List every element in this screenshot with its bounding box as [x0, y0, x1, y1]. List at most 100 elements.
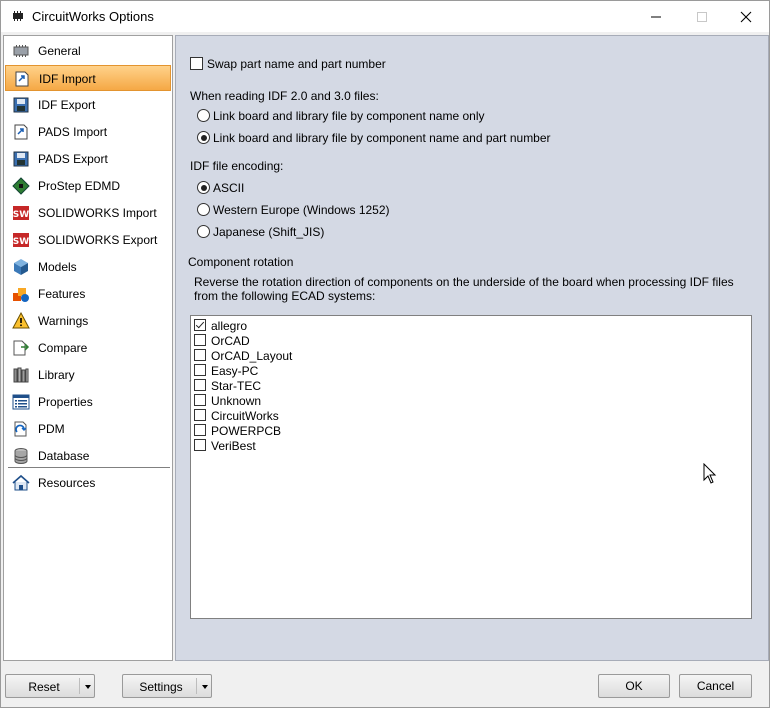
sidebar-item-label: ProStep EDMD — [38, 179, 121, 193]
list-item[interactable]: Easy-PC — [194, 363, 494, 378]
ecad-star-tec-checkbox[interactable] — [194, 379, 206, 391]
list-item[interactable]: Star-TEC — [194, 378, 494, 393]
list-item[interactable]: CircuitWorks — [194, 408, 494, 423]
idf-import-icon — [15, 71, 29, 87]
close-icon — [740, 11, 752, 22]
reset-button-label: Reset — [28, 680, 60, 694]
reading-heading: When reading IDF 2.0 and 3.0 files: — [190, 89, 379, 103]
settings-button[interactable]: Settings — [122, 674, 212, 698]
list-item[interactable]: Unknown — [194, 393, 494, 408]
ecad-unknown-checkbox[interactable] — [194, 394, 206, 406]
link-name-only-label: Link board and library file by component… — [213, 109, 485, 123]
warning-icon — [12, 312, 30, 329]
ecad-powerpcb-checkbox[interactable] — [194, 424, 206, 436]
sidebar-item-label: Library — [38, 368, 75, 382]
sidebar-item-idf-import[interactable]: IDF Import — [5, 65, 171, 91]
sidebar-item-compare[interactable]: Compare — [5, 335, 171, 361]
sidebar-item-properties[interactable]: Properties — [5, 389, 171, 415]
pads-export-icon — [13, 151, 29, 167]
sidebar-item-label: IDF Import — [39, 72, 96, 86]
ecad-item-label: Easy-PC — [211, 364, 259, 378]
maximize-button[interactable] — [679, 1, 725, 32]
svg-text:SW: SW — [13, 237, 29, 247]
encoding-western-radio[interactable] — [197, 203, 210, 216]
ecad-circuitworks-checkbox[interactable] — [194, 409, 206, 421]
rotation-heading: Component rotation — [188, 255, 294, 269]
general-chip-icon — [13, 45, 29, 57]
ecad-item-label: allegro — [211, 319, 248, 333]
list-item[interactable]: OrCAD — [194, 333, 494, 348]
mouse-cursor-icon — [703, 463, 717, 484]
ecad-item-label: POWERPCB — [211, 424, 282, 438]
ecad-easy-pc-checkbox[interactable] — [194, 364, 206, 376]
idf-export-icon — [13, 97, 29, 113]
encoding-ascii-radio[interactable] — [197, 181, 210, 194]
cancel-button[interactable]: Cancel — [679, 674, 752, 698]
sidebar-item-library[interactable]: Library — [5, 362, 171, 388]
sidebar-item-label: PADS Export — [38, 152, 108, 166]
sidebar-item-general[interactable]: General — [5, 38, 171, 64]
solidworks-export-icon: SW — [13, 233, 29, 247]
svg-text:SW: SW — [13, 210, 29, 220]
sidebar-item-label: Properties — [38, 395, 93, 409]
ecad-item-label: CircuitWorks — [211, 409, 279, 423]
encoding-western-label: Western Europe (Windows 1252) — [213, 203, 390, 217]
link-name-only-radio[interactable] — [197, 109, 210, 122]
swap-part-label: Swap part name and part number — [207, 57, 386, 71]
sidebar-item-resources[interactable]: Resources — [5, 470, 171, 496]
encoding-heading: IDF file encoding: — [190, 159, 284, 173]
encoding-ascii-label: ASCII — [213, 181, 245, 195]
sidebar-item-label: General — [38, 44, 81, 58]
settings-dropdown-arrow-icon[interactable] — [202, 685, 208, 689]
sidebar-item-models[interactable]: Models — [5, 254, 171, 280]
minimize-icon — [651, 16, 661, 17]
sidebar-item-pads-import[interactable]: PADS Import — [5, 119, 171, 145]
sidebar-item-idf-export[interactable]: IDF Export — [5, 92, 171, 118]
window-title: CircuitWorks Options — [32, 9, 154, 24]
sidebar-item-label: SOLIDWORKS Export — [38, 233, 158, 247]
sidebar-item-label: Database — [38, 449, 90, 463]
title-bar[interactable]: CircuitWorks Options — [1, 1, 769, 32]
ecad-orcad-layout-checkbox[interactable] — [194, 349, 206, 361]
ecad-item-label: VeriBest — [211, 439, 256, 453]
list-item[interactable]: allegro — [194, 318, 494, 333]
ecad-systems-list[interactable]: allegro OrCAD OrCAD_Layout Easy-PC Star-… — [190, 315, 752, 619]
maximize-icon — [697, 11, 707, 22]
reset-dropdown-arrow-icon[interactable] — [85, 685, 91, 689]
sidebar-item-pads-export[interactable]: PADS Export — [5, 146, 171, 172]
settings-button-label: Settings — [139, 680, 183, 694]
compare-icon — [13, 340, 30, 356]
sidebar-item-solidworks-import[interactable]: SW SOLIDWORKS Import — [5, 200, 171, 226]
swap-part-checkbox[interactable] — [190, 57, 203, 70]
sidebar-item-database[interactable]: Database — [5, 443, 171, 469]
pads-import-icon — [14, 124, 28, 140]
ecad-orcad-checkbox[interactable] — [194, 334, 206, 346]
list-item[interactable]: VeriBest — [194, 438, 494, 453]
circuitworks-app-icon — [13, 11, 23, 21]
ecad-item-label: OrCAD — [211, 334, 250, 348]
sidebar-item-label: Resources — [38, 476, 96, 490]
encoding-japanese-radio[interactable] — [197, 225, 210, 238]
ok-button[interactable]: OK — [598, 674, 670, 698]
sidebar-item-prostep-edmd[interactable]: ProStep EDMD — [5, 173, 171, 199]
rotation-description: Reverse the rotation direction of compon… — [194, 275, 734, 303]
sidebar-item-warnings[interactable]: Warnings — [5, 308, 171, 334]
link-name-and-number-radio[interactable] — [197, 131, 210, 144]
ecad-veribest-checkbox[interactable] — [194, 439, 206, 451]
reset-button[interactable]: Reset — [5, 674, 95, 698]
list-item[interactable]: POWERPCB — [194, 423, 494, 438]
cube-icon — [14, 259, 28, 275]
list-item[interactable]: OrCAD_Layout — [194, 348, 494, 363]
options-window: CircuitWorks Options General IDF Import … — [0, 0, 770, 708]
sidebar-item-label: Models — [38, 260, 77, 274]
properties-icon — [12, 394, 30, 410]
close-button[interactable] — [723, 1, 769, 32]
options-sidebar: General IDF Import IDF Export PADS Impor… — [3, 35, 173, 661]
sidebar-item-solidworks-export[interactable]: SW SOLIDWORKS Export — [5, 227, 171, 253]
ecad-allegro-checkbox[interactable] — [194, 319, 206, 331]
encoding-japanese-label: Japanese (Shift_JIS) — [213, 225, 325, 239]
sidebar-item-pdm[interactable]: PDM — [5, 416, 171, 442]
minimize-button[interactable] — [633, 1, 679, 32]
sidebar-item-features[interactable]: Features — [5, 281, 171, 307]
sidebar-item-label: Warnings — [38, 314, 89, 328]
